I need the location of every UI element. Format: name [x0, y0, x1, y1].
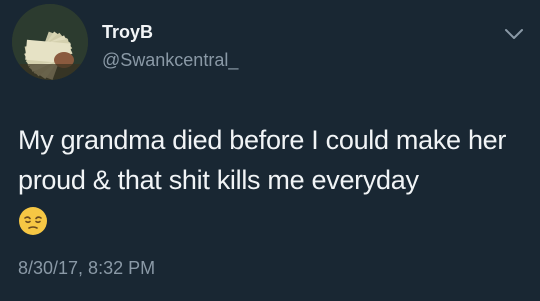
user-handle[interactable]: @Swankcentral_ — [102, 50, 238, 71]
display-name[interactable]: TroyB — [102, 22, 153, 43]
tweet-timestamp[interactable]: 8/30/17, 8:32 PM — [18, 258, 155, 279]
avatar-image — [12, 4, 88, 80]
tweet-text: My grandma died before I could make her … — [18, 125, 507, 195]
chevron-down-icon[interactable] — [503, 27, 525, 41]
pensive-face-icon — [19, 207, 47, 235]
avatar[interactable] — [12, 4, 88, 80]
tweet-card: TroyB @Swankcentral_ My grandma died bef… — [0, 0, 540, 301]
